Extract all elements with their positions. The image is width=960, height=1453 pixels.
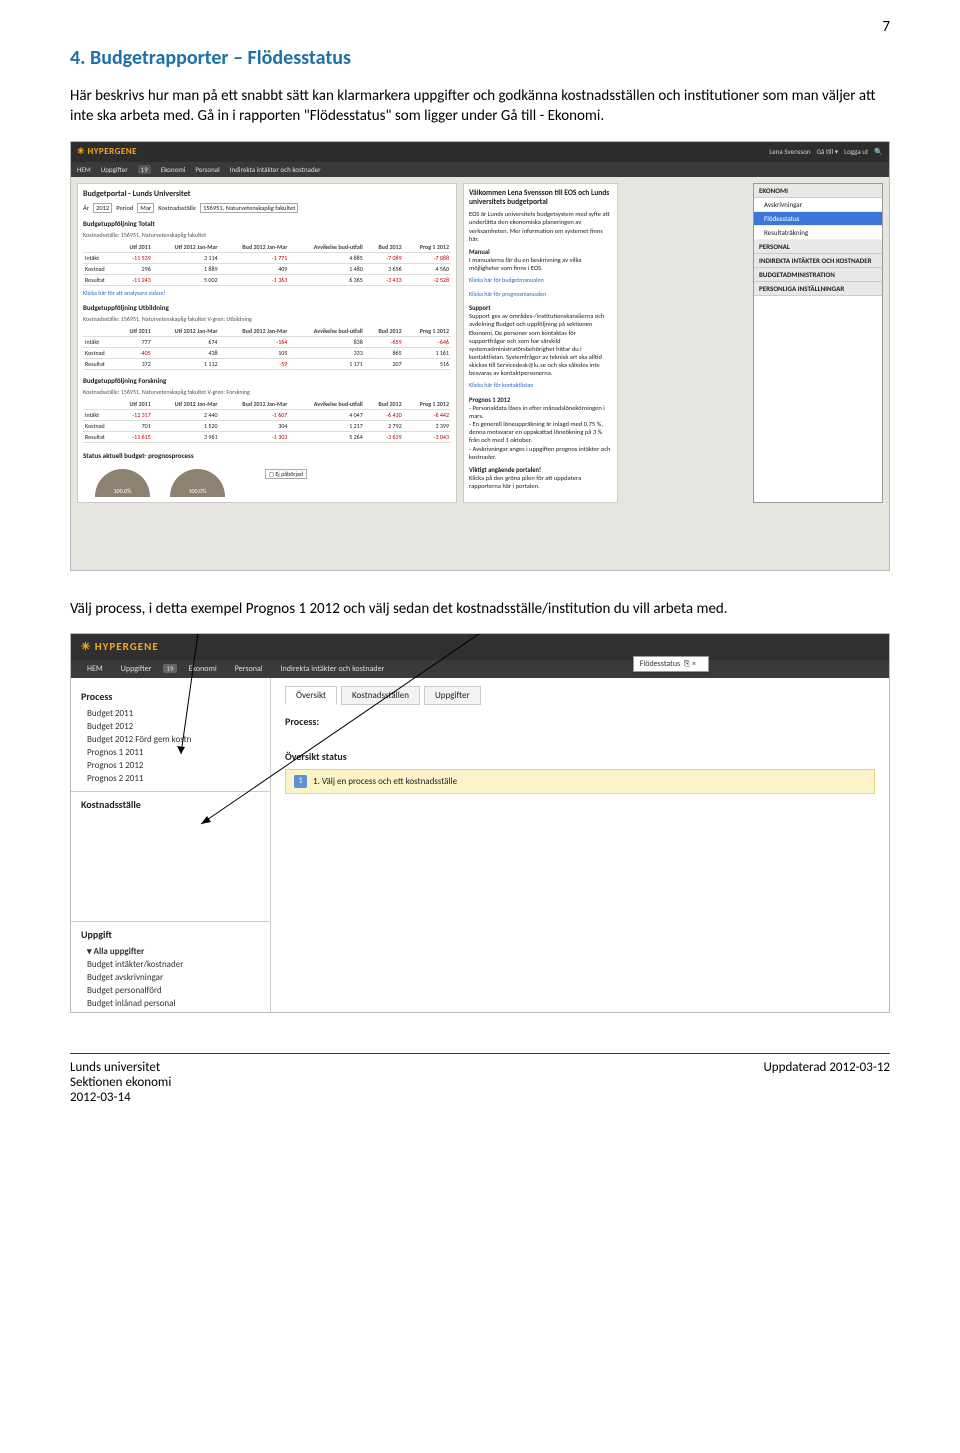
uppgift-all[interactable]: ▾ Alla uppgifter — [81, 945, 260, 958]
overview-status-label: Översikt status — [285, 750, 875, 763]
tab2-personal[interactable]: Personal — [229, 662, 269, 676]
tab-indirekta[interactable]: Indirekta intäkter och kostnader — [230, 165, 321, 174]
manual-link-1[interactable]: Klicka här för budgetmanualen — [469, 277, 612, 285]
menu-resultatrakning[interactable]: Resultaträkning — [754, 226, 882, 240]
sidebar-process-header: Process — [81, 690, 260, 703]
footer-date: 2012-03-14 — [70, 1090, 171, 1105]
filter-row: År2012 PeriodMar Kostnadsställe156951, N… — [83, 203, 451, 213]
tab2-badge: 19 — [163, 664, 176, 673]
brand-logo-2: ✳ HYPERGENE — [81, 640, 159, 653]
tab-hem[interactable]: HEM — [77, 165, 91, 174]
kst-select[interactable]: 156951, Naturvetenskaplig fakultet — [200, 203, 299, 213]
main-tabs-2: HEM Uppgifter 19 Ekonomi Personal Indire… — [71, 660, 889, 678]
tab-ekonomi[interactable]: Ekonomi — [161, 165, 186, 174]
uppgift-item[interactable]: Tilldela användare uppgifter — [81, 1010, 260, 1013]
goto-menu[interactable]: Gå till ▾ — [817, 147, 839, 156]
sidebar: Process Budget 2011 Budget 2012 Budget 2… — [71, 678, 271, 1013]
sidebar-kst-header: Kostnadsställe — [81, 798, 260, 811]
app-topbar-2: ✳ HYPERGENE — [71, 634, 889, 660]
process-item[interactable]: Budget 2011 — [81, 707, 260, 720]
ej-paborjad-legend: ◻ Ej påbörjad — [265, 469, 307, 479]
status-title: Status aktuell budget- prognosprocess — [83, 451, 451, 460]
app-topbar: ✳ HYPERGENE Lena Svensson Gå till ▾ Logg… — [71, 142, 889, 162]
subtab-oversikt[interactable]: Översikt — [285, 686, 337, 705]
main-tabs: HEM Uppgifter 19 Ekonomi Personal Indire… — [71, 162, 889, 177]
process-item[interactable]: Budget 2012 Förd gem kostn — [81, 733, 260, 746]
tab-badge: 19 — [138, 165, 151, 174]
screenshot-1: ✳ HYPERGENE Lena Svensson Gå till ▾ Logg… — [70, 141, 890, 571]
status-circle-2: 100.0% — [170, 469, 225, 497]
period-select[interactable]: Mar — [137, 203, 154, 213]
uppgift-item[interactable]: Budget intäkter/kostnader — [81, 958, 260, 971]
process-item[interactable]: Prognos 1 2011 — [81, 746, 260, 759]
menu-avskrivningar[interactable]: Avskrivningar — [754, 198, 882, 212]
uppgift-item[interactable]: Budget personalförd — [81, 984, 260, 997]
status-circle-1: 100.0% — [95, 469, 150, 497]
tab-uppgifter[interactable]: Uppgifter — [101, 165, 128, 174]
screenshot-2: ✳ HYPERGENE HEM Uppgifter 19 Ekonomi Per… — [70, 633, 890, 1013]
info-notice: 1 1. Välj en process och ett kostnadsstä… — [285, 769, 875, 794]
footer-dept: Sektionen ekonomi — [70, 1075, 171, 1090]
intro-paragraph: Här beskrivs hur man på ett snabbt sätt … — [70, 86, 890, 127]
notice-number: 1 — [294, 775, 307, 788]
page-number: 7 — [882, 18, 890, 36]
goto-dropdown[interactable]: EKONOMI Avskrivningar Flödesstatus Resul… — [753, 183, 883, 503]
tab2-indirekta[interactable]: Indirekta intäkter och kostnader — [275, 662, 391, 676]
notice-text: 1. Välj en process och ett kostnadsställ… — [313, 776, 457, 787]
manual-link-2[interactable]: Klicka här för prognosmanualen — [469, 291, 612, 299]
tab2-uppgifter[interactable]: Uppgifter — [115, 662, 158, 676]
contact-link[interactable]: Klicka här för kontaktlistan — [469, 382, 612, 390]
process-label: Process: — [285, 715, 875, 728]
menu-flodesstatus[interactable]: Flödesstatus — [754, 212, 882, 226]
uppgift-item[interactable]: Budget inlånad personal — [81, 997, 260, 1010]
search-icon[interactable]: 🔍 — [874, 147, 883, 156]
user-name: Lena Svensson — [769, 147, 810, 156]
footer-org: Lunds universitet — [70, 1060, 171, 1075]
page-footer: Lunds universitet Sektionen ekonomi 2012… — [70, 1060, 890, 1105]
year-select[interactable]: 2012 — [93, 203, 112, 213]
subtab-kst[interactable]: Kostnadsställen — [341, 686, 420, 705]
brand-logo: ✳ HYPERGENE — [77, 146, 137, 157]
process-item[interactable]: Prognos 2 2011 — [81, 772, 260, 785]
process-item[interactable]: Prognos 1 2012 — [81, 759, 260, 772]
uppgift-item[interactable]: Budget avskrivningar — [81, 971, 260, 984]
subtab-uppgifter[interactable]: Uppgifter — [424, 686, 481, 705]
tab-personal[interactable]: Personal — [195, 165, 219, 174]
sidebar-uppgift-header: Uppgift — [81, 928, 260, 941]
tab2-hem[interactable]: HEM — [81, 662, 109, 676]
middle-paragraph: Välj process, i detta exempel Prognos 1 … — [70, 599, 890, 619]
tab2-ekonomi[interactable]: Ekonomi — [183, 662, 223, 676]
welcome-panel: Välkommen Lena Svensson till EOS och Lun… — [463, 183, 618, 503]
portal-panel: Budgetportal - Lunds Universitet År2012 … — [77, 183, 457, 503]
section-heading: 4. Budgetrapporter – Flödesstatus — [70, 46, 890, 70]
logout-link[interactable]: Logga ut — [844, 147, 868, 156]
main-panel: Översikt Kostnadsställen Uppgifter Proce… — [271, 678, 889, 1013]
floating-tab-flodesstatus[interactable]: Flödesstatus ⎘ × — [633, 656, 709, 672]
process-item[interactable]: Budget 2012 — [81, 720, 260, 733]
footer-rule — [70, 1053, 890, 1054]
footer-updated: Uppdaterad 2012-03-12 — [763, 1060, 890, 1105]
portal-title: Budgetportal - Lunds Universitet — [83, 189, 451, 199]
